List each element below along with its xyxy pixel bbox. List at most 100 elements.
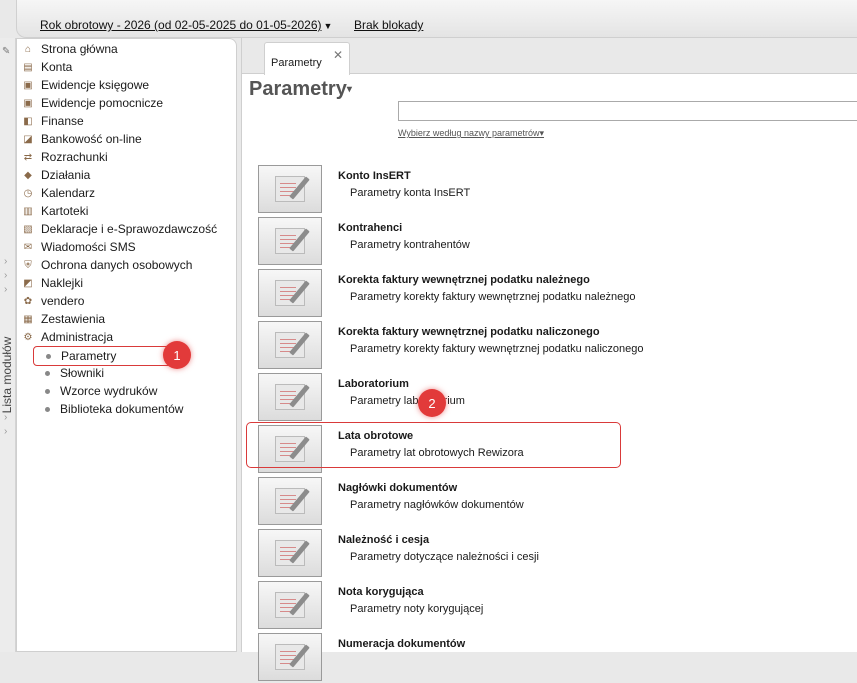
- parameter-row[interactable]: Laboratorium Parametry laboratorium: [242, 373, 857, 423]
- parameter-edit-icon[interactable]: [258, 165, 322, 213]
- sidebar-subitem-label: Biblioteka dokumentów: [60, 402, 184, 416]
- sidebar-item-label: Deklaracje i e-Sprawozdawczość: [41, 222, 218, 236]
- parameter-edit-icon[interactable]: [258, 321, 322, 369]
- sidebar-item[interactable]: ◪ Bankowość on-line: [21, 130, 142, 148]
- parameter-description: Parametry konta InsERT: [350, 187, 471, 199]
- bullet-icon: [45, 388, 50, 394]
- sidebar-item[interactable]: ◷ Kalendarz: [21, 184, 95, 202]
- parameter-title[interactable]: Korekta faktury wewnętrznej podatku nale…: [338, 274, 590, 286]
- parameter-edit-icon[interactable]: [258, 529, 322, 577]
- sidebar-item[interactable]: ✉ Wiadomości SMS: [21, 238, 136, 256]
- sidebar-subitem-label: Wzorce wydruków: [60, 384, 158, 398]
- pin-icon[interactable]: ✎: [2, 46, 10, 57]
- sidebar-item-label: vendero: [41, 294, 85, 308]
- chevron-right-icon[interactable]: ›: [4, 412, 7, 423]
- chevron-down-icon: ▼: [323, 21, 333, 31]
- home-icon: ⌂: [24, 43, 32, 55]
- parameter-edit-icon[interactable]: [258, 581, 322, 629]
- highlight-frame: [246, 422, 621, 468]
- parameter-title[interactable]: Laboratorium: [338, 378, 409, 390]
- filter-dropdown[interactable]: Wybierz według nazwy parametrów▾: [398, 128, 544, 139]
- sidebar-item-label: Strona główna: [41, 42, 118, 56]
- fiscal-year-label: Rok obrotowy - 2026 (od 02-05-2025 do 01…: [40, 18, 322, 32]
- close-icon[interactable]: ✕: [333, 48, 343, 62]
- sidebar-subitem[interactable]: Wzorce wydruków: [45, 382, 157, 400]
- sidebar-item[interactable]: ▦ Zestawienia: [21, 310, 105, 328]
- parameter-edit-icon[interactable]: [258, 373, 322, 421]
- search-input[interactable]: [398, 101, 857, 121]
- parameter-title[interactable]: Kontrahenci: [338, 222, 402, 234]
- sidebar-item[interactable]: ▣ Ewidencje księgowe: [21, 76, 149, 94]
- parameter-row[interactable]: Nota korygująca Parametry noty korygujące…: [242, 581, 857, 631]
- sidebar-subitem[interactable]: Biblioteka dokumentów: [45, 400, 183, 418]
- page-title-text: Parametry: [249, 78, 347, 100]
- parameter-row[interactable]: Kontrahenci Parametry kontrahentów: [242, 217, 857, 267]
- module-list-strip[interactable]: ✎ › › › Lista modułów › › ›: [0, 38, 16, 652]
- parameter-title[interactable]: Należność i cesja: [338, 534, 429, 546]
- sidebar-item-label: Kartoteki: [41, 204, 89, 218]
- parameter-title[interactable]: Nagłówki dokumentów: [338, 482, 457, 494]
- chevron-right-icon[interactable]: ›: [4, 398, 7, 409]
- sidebar-item[interactable]: ▣ Ewidencje pomocnicze: [21, 94, 163, 112]
- sidebar-item[interactable]: ⇄ Rozrachunki: [21, 148, 108, 166]
- sidebar-item-label: Administracja: [41, 330, 114, 344]
- parameter-row[interactable]: Numeracja dokumentów: [242, 633, 857, 683]
- parameter-row[interactable]: Nagłówki dokumentów Parametry nagłówków d…: [242, 477, 857, 527]
- parameter-title[interactable]: Korekta faktury wewnętrznej podatku nali…: [338, 326, 600, 338]
- sidebar-item-label: Kalendarz: [41, 186, 96, 200]
- sidebar: ⌂ Strona główna ▤ Konta ▣ Ewidencje księgowe ▣…: [16, 38, 237, 652]
- sidebar-item[interactable]: ◧ Finanse: [21, 112, 83, 130]
- parameter-row[interactable]: Korekta faktury wewnętrznej podatku nale…: [242, 269, 857, 319]
- reports-icon: ▦: [23, 313, 33, 325]
- parameter-edit-icon[interactable]: [258, 633, 322, 681]
- sms-icon: ✉: [23, 241, 33, 253]
- chevron-right-icon[interactable]: ›: [4, 256, 7, 267]
- chevron-down-icon: ▾: [539, 128, 545, 138]
- parameter-row[interactable]: Konto InsERT Parametry konta InsERT: [242, 165, 857, 215]
- ledger-icon: ▣: [23, 79, 33, 91]
- sidebar-item-label: Naklejki: [41, 276, 84, 290]
- parameter-description: Parametry laboratorium: [350, 395, 465, 407]
- parameter-edit-icon[interactable]: [258, 269, 322, 317]
- sidebar-item[interactable]: ▤ Konta: [21, 58, 72, 76]
- aux-ledger-icon: ▣: [23, 97, 33, 109]
- sidebar-item[interactable]: ▧ Deklaracje i e-Sprawozdawczość: [21, 220, 217, 238]
- page-title[interactable]: Parametry▾: [249, 78, 352, 101]
- parameter-title[interactable]: Konto InsERT: [338, 170, 411, 182]
- sidebar-item[interactable]: ⛨ Ochrona danych osobowych: [21, 256, 192, 274]
- bank-icon: ◪: [23, 133, 33, 145]
- fiscal-year-dropdown[interactable]: Rok obrotowy - 2026 (od 02-05-2025 do 01…: [40, 18, 332, 32]
- sidebar-item[interactable]: ⌂ Strona główna: [21, 40, 118, 58]
- shield-icon: ⛨: [24, 259, 32, 271]
- accounts-icon: ▤: [23, 61, 33, 73]
- filter-label: Wybierz według nazwy parametrów: [398, 128, 540, 138]
- sidebar-item[interactable]: ✿ vendero: [21, 292, 85, 310]
- sidebar-subitem[interactable]: Słowniki: [45, 364, 104, 382]
- sidebar-subitem-label: Parametry: [61, 349, 117, 363]
- parameter-title[interactable]: Nota korygująca: [338, 586, 424, 598]
- tab-parametry[interactable]: Parametry ✕: [264, 42, 350, 75]
- parameter-row[interactable]: Należność i cesja Parametry dotyczące nal…: [242, 529, 857, 579]
- admin-icon: ⚙: [23, 331, 33, 343]
- parameter-edit-icon[interactable]: [258, 477, 322, 525]
- sidebar-item[interactable]: ◩ Naklejki: [21, 274, 83, 292]
- step-badge-1: 1: [163, 341, 191, 369]
- parameter-title[interactable]: Numeracja dokumentów: [338, 638, 465, 650]
- bullet-icon: [46, 353, 51, 359]
- cards-icon: ▥: [23, 205, 33, 217]
- chevron-right-icon[interactable]: ›: [4, 284, 7, 295]
- parameter-edit-icon[interactable]: [258, 217, 322, 265]
- sidebar-item[interactable]: ▥ Kartoteki: [21, 202, 88, 220]
- lock-status-link[interactable]: Brak blokady: [354, 18, 423, 32]
- main-panel: Parametry ✕ Parametry▾ Wybierz według na…: [241, 38, 857, 681]
- tab-label: Parametry: [271, 57, 322, 69]
- sidebar-item[interactable]: ⚙ Administracja: [21, 328, 114, 346]
- sidebar-item[interactable]: ◆ Działania: [21, 166, 90, 184]
- parameter-row[interactable]: Korekta faktury wewnętrznej podatku nali…: [242, 321, 857, 371]
- sidebar-item-label: Konta: [41, 60, 73, 74]
- declarations-icon: ▧: [23, 223, 33, 235]
- sidebar-item-label: Bankowość on-line: [41, 132, 142, 146]
- chevron-right-icon[interactable]: ›: [4, 270, 7, 281]
- chevron-right-icon[interactable]: ›: [4, 426, 7, 437]
- sidebar-subitem[interactable]: Parametry: [33, 346, 175, 366]
